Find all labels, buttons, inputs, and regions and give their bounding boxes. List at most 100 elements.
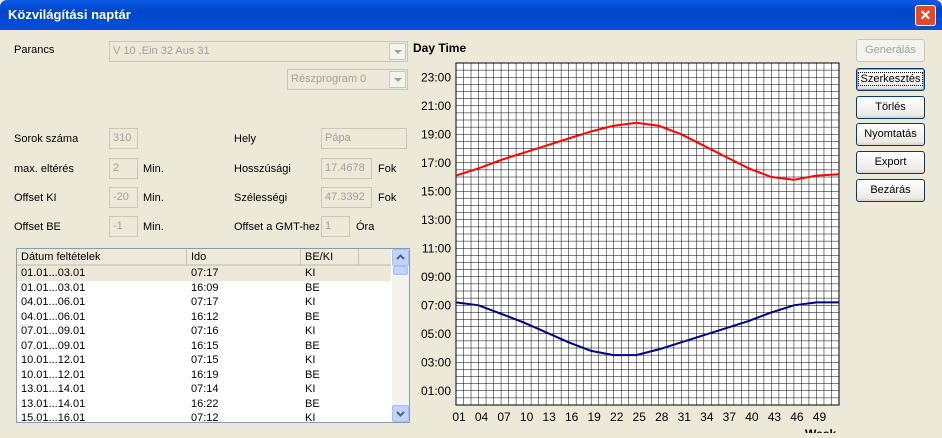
reszprogram-combo[interactable]: Részprogram 0 [287, 69, 408, 90]
y-tick-label: 17:00 [421, 156, 451, 170]
table-body: 01.01...03.01 07:17 KI 01.01...03.01 16:09 BE… [17, 266, 391, 423]
vertical-scrollbar[interactable] [392, 249, 409, 422]
table-row[interactable]: 13.01...14.01 07:14 KI [17, 382, 391, 397]
table-row[interactable]: 07.01...09.01 16:15 BE [17, 339, 391, 354]
cell-datum: 13.01...14.01 [21, 383, 86, 395]
table-row[interactable]: 04.01...06.01 16:12 BE [17, 310, 391, 325]
nyomtatas-button[interactable]: Nyomtatás [856, 123, 925, 146]
x-tick-label: 40 [745, 410, 759, 424]
table-header: Dátum feltételek Ido BE/KI [17, 249, 391, 266]
cell-datum: 01.01...03.01 [21, 267, 86, 279]
table-row[interactable]: 01.01...03.01 16:09 BE [17, 281, 391, 296]
cell-beki: KI [305, 412, 316, 423]
max-elteres-unit: Min. [143, 163, 164, 175]
offset-be-field: -1 [109, 216, 138, 237]
x-tick-label: 46 [790, 410, 804, 424]
cell-ido: 07:17 [191, 267, 219, 279]
table-row[interactable]: 04.01...06.01 07:17 KI [17, 295, 391, 310]
sorok-label: Sorok száma [14, 133, 79, 145]
cell-ido: 07:14 [191, 383, 219, 395]
x-tick-label: 01 [452, 410, 466, 424]
parancs-label: Parancs [14, 44, 55, 56]
hosszusagi-label: Hosszúsági [234, 163, 291, 175]
schedule-table[interactable]: Dátum feltételek Ido BE/KI 01.01...03.01… [16, 248, 410, 423]
cell-datum: 07.01...09.01 [21, 325, 86, 337]
cell-ido: 16:15 [191, 339, 219, 352]
cell-beki: BE [305, 339, 320, 352]
close-button[interactable]: ✕ [915, 5, 936, 26]
chevron-down-icon[interactable] [389, 71, 406, 88]
generalas-button[interactable]: Generálás [856, 39, 925, 62]
szerkesztes-button[interactable]: Szerkesztés [856, 68, 925, 91]
cell-ido: 07:15 [191, 354, 219, 366]
chevron-down-icon[interactable] [389, 43, 406, 60]
cell-beki: KI [305, 354, 316, 366]
x-tick-label: 16 [565, 410, 579, 424]
max-elteres-label: max. eltérés [14, 163, 74, 175]
x-tick-label: 10 [520, 410, 534, 424]
parancs-combo[interactable]: V 10 ,Ein 32 Aus 31 [109, 41, 408, 62]
cell-datum: 04.01...06.01 [21, 296, 86, 308]
cell-beki: KI [305, 267, 316, 279]
cell-ido: 16:09 [191, 281, 219, 294]
cell-datum: 10.01...12.01 [21, 368, 86, 381]
cell-beki: KI [305, 325, 316, 337]
y-tick-label: 01:00 [421, 384, 451, 398]
szelessegi-unit: Fok [378, 192, 397, 204]
y-tick-label: 11:00 [422, 241, 451, 255]
y-tick-label: 03:00 [421, 355, 451, 369]
x-tick-label: 13 [542, 410, 556, 424]
szelessegi-label: Szélességi [234, 192, 288, 204]
cell-ido: 16:22 [191, 397, 219, 410]
table-row[interactable]: 13.01...14.01 16:22 BE [17, 397, 391, 412]
table-row[interactable]: 01.01...03.01 07:17 KI [17, 266, 391, 281]
bezaras-button[interactable]: Bezárás [856, 179, 925, 202]
table-row[interactable]: 10.01...12.01 16:19 BE [17, 368, 391, 383]
cell-ido: 16:19 [191, 368, 219, 381]
cell-datum: 04.01...06.01 [21, 310, 86, 323]
cell-datum: 01.01...03.01 [21, 281, 86, 294]
cell-ido: 07:16 [191, 325, 219, 337]
cell-beki: BE [305, 281, 320, 294]
day-time-chart: Day Time Week 01:00 03:00 05:00 07:00 09:00 11:… [413, 38, 843, 438]
offset-ki-unit: Min. [143, 192, 164, 204]
y-tick-label: 21:00 [421, 99, 451, 113]
gmt-unit: Óra [356, 221, 375, 233]
cell-beki: BE [305, 397, 320, 410]
dialog-client: Parancs V 10 ,Ein 32 Aus 31 Részprogram … [3, 30, 939, 438]
x-tick-label: 04 [475, 410, 489, 424]
y-tick-label: 07:00 [421, 298, 451, 312]
y-tick-label: 13:00 [421, 213, 451, 227]
gmt-label: Offset a GMT-hez [234, 221, 319, 233]
max-elteres-field: 2 [109, 158, 138, 179]
y-tick-label: 09:00 [421, 270, 451, 284]
x-tick-label: 31 [678, 410, 692, 424]
cell-beki: KI [305, 296, 316, 308]
scroll-thumb[interactable] [393, 266, 408, 275]
chevron-down-icon [396, 411, 405, 417]
y-tick-label: 23:00 [421, 70, 451, 84]
chart-svg: Day Time Week 01:00 03:00 05:00 07:00 09:00 11:… [413, 41, 840, 438]
column-header-datum[interactable]: Dátum feltételek [17, 249, 187, 266]
table-row[interactable]: 15.01...16.01 07:12 KI [17, 411, 391, 423]
scroll-down-button[interactable] [392, 405, 409, 422]
table-row[interactable]: 07.01...09.01 07:16 KI [17, 324, 391, 339]
hosszusagi-field: 17.4678 [321, 158, 372, 179]
hosszusagi-unit: Fok [378, 163, 397, 175]
table-row[interactable]: 10.01...12.01 07:15 KI [17, 353, 391, 368]
cell-beki: BE [305, 368, 320, 381]
column-header-beki[interactable]: BE/KI [301, 249, 359, 266]
x-tick-label: 25 [633, 410, 647, 424]
cell-ido: 16:12 [191, 310, 219, 323]
x-tick-label: 07 [497, 410, 511, 424]
offset-be-label: Offset BE [14, 221, 61, 233]
export-button[interactable]: Export [856, 151, 925, 174]
column-header-ido[interactable]: Ido [187, 249, 301, 266]
cell-ido: 07:17 [191, 296, 219, 308]
x-tick-label: 28 [655, 410, 669, 424]
cell-beki: KI [305, 383, 316, 395]
szelessegi-field: 47.3392 [321, 187, 372, 208]
scroll-up-button[interactable] [392, 249, 409, 266]
reszprogram-value: Részprogram 0 [291, 73, 367, 85]
torles-button[interactable]: Törlés [856, 96, 925, 119]
